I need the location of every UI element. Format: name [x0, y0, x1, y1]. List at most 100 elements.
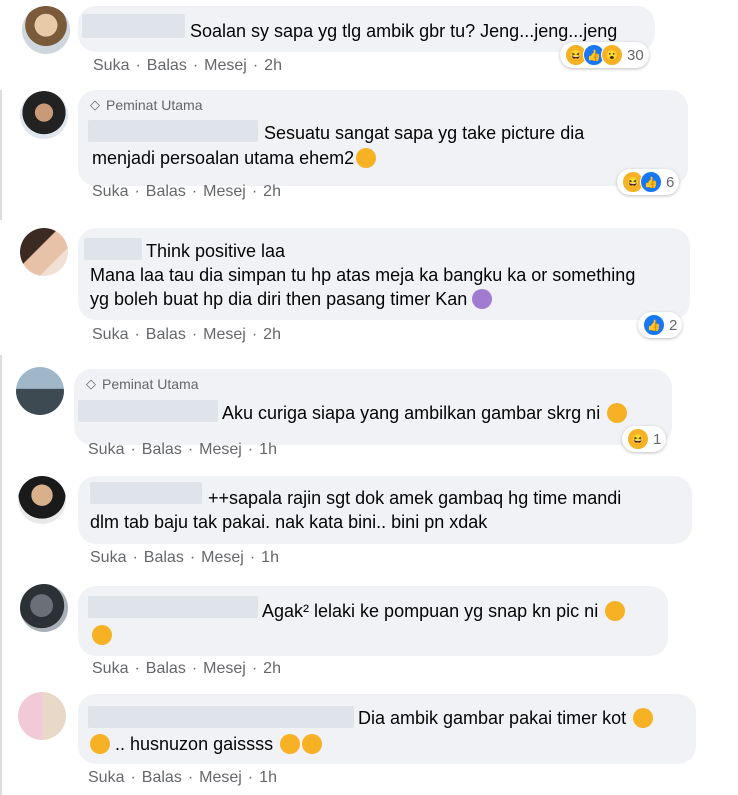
- separator-dot: ·: [130, 441, 136, 458]
- separator-dot: ·: [247, 441, 254, 458]
- comment-text: Aku curiga siapa yang ambilkan gambar sk…: [222, 403, 601, 423]
- laughing-emoji-icon: [356, 148, 377, 168]
- fan-badge-label: Peminat Utama: [102, 376, 199, 392]
- avatar[interactable]: [20, 584, 68, 632]
- separator-dot: ·: [135, 57, 141, 74]
- comment-actions: Suka · Balas · Mesej · 2h: [92, 183, 281, 201]
- avatar[interactable]: [22, 6, 70, 54]
- reaction-summary[interactable]: 👍 2: [638, 312, 683, 338]
- reaction-summary[interactable]: 😆 👍 6: [617, 169, 680, 195]
- commenter-name[interactable]: [88, 596, 258, 618]
- reply-link[interactable]: Balas: [144, 549, 184, 566]
- timestamp[interactable]: 2h: [263, 183, 281, 200]
- like-link[interactable]: Suka: [92, 326, 128, 343]
- fan-badge: ◇ Peminat Utama: [90, 97, 202, 113]
- comment: Think positive laa Mana laa tau dia simp…: [0, 220, 738, 355]
- diamond-icon: ◇: [86, 376, 96, 391]
- reaction-count: 30: [627, 46, 644, 64]
- like-link[interactable]: Suka: [93, 57, 129, 74]
- separator-dot: ·: [251, 183, 258, 200]
- like-link[interactable]: Suka: [92, 183, 128, 200]
- separator-dot: ·: [251, 326, 258, 343]
- reply-link[interactable]: Balas: [146, 326, 186, 343]
- message-link[interactable]: Mesej: [203, 326, 246, 343]
- comment-text-line2: [92, 623, 112, 647]
- avatar[interactable]: [18, 692, 66, 740]
- comment: ◇ Peminat Utama Aku curiga siapa yang amb…: [0, 355, 738, 468]
- like-link[interactable]: Suka: [90, 549, 126, 566]
- separator-dot: ·: [132, 549, 138, 566]
- reply-link[interactable]: Balas: [142, 769, 182, 786]
- timestamp[interactable]: 2h: [263, 660, 281, 677]
- commenter-name[interactable]: [90, 482, 202, 504]
- comment-text-line3: yg boleh buat hp dia diri then pasang ti…: [90, 287, 493, 311]
- reaction-summary[interactable]: 😆 1: [622, 426, 667, 452]
- diamond-icon: ◇: [90, 97, 100, 112]
- comment-actions: Suka · Balas · Mesej · 1h: [88, 441, 277, 459]
- separator-dot: ·: [130, 769, 136, 786]
- separator-dot: ·: [191, 183, 198, 200]
- comment-actions: Suka · Balas · Mesej · 2h: [92, 326, 281, 344]
- message-link[interactable]: Mesej: [199, 769, 242, 786]
- commenter-name[interactable]: [78, 400, 218, 422]
- comment-text: Think positive laa: [146, 241, 286, 261]
- fan-badge: ◇ Peminat Utama: [86, 376, 198, 392]
- timestamp[interactable]: 1h: [261, 549, 279, 566]
- timestamp[interactable]: 1h: [259, 769, 277, 786]
- comment-text: menjadi persoalan utama ehem2: [92, 148, 355, 168]
- avatar[interactable]: [20, 228, 68, 276]
- rolling-laughing-emoji-icon: [633, 708, 654, 728]
- comment-text-line: Aku curiga siapa yang ambilkan gambar sk…: [222, 401, 628, 425]
- commenter-name[interactable]: [88, 120, 258, 142]
- separator-dot: ·: [249, 549, 256, 566]
- reaction-count: 6: [666, 173, 675, 191]
- separator-dot: ·: [134, 660, 140, 677]
- separator-dot: ·: [187, 441, 194, 458]
- woman-shrugging-emoji-icon: [472, 289, 493, 309]
- separator-dot: ·: [189, 549, 196, 566]
- separator-dot: ·: [247, 769, 254, 786]
- comment-text: dlm tab baju tak pakai. nak kata bini.. …: [90, 512, 488, 532]
- reply-link[interactable]: Balas: [146, 660, 186, 677]
- timestamp[interactable]: 2h: [264, 57, 282, 74]
- comment: Agak² lelaki ke pompuan yg snap kn pic n…: [0, 578, 738, 688]
- message-link[interactable]: Mesej: [203, 660, 246, 677]
- avatar[interactable]: [20, 91, 68, 139]
- comment-actions: Suka · Balas · Mesej · 1h: [90, 549, 279, 567]
- like-link[interactable]: Suka: [88, 441, 124, 458]
- timestamp[interactable]: 2h: [263, 326, 281, 343]
- like-link[interactable]: Suka: [88, 769, 124, 786]
- sunglasses-emoji-icon: [605, 601, 626, 621]
- timestamp[interactable]: 1h: [259, 441, 277, 458]
- comment: ++sapala rajin sgt dok amek gambaq hg ti…: [0, 468, 738, 578]
- commenter-name[interactable]: [88, 706, 354, 728]
- wow-icon: 😮: [601, 44, 623, 66]
- like-icon: 👍: [640, 171, 662, 193]
- message-link[interactable]: Mesej: [204, 57, 247, 74]
- haha-icon: 😆: [627, 428, 649, 450]
- reply-link[interactable]: Balas: [146, 183, 186, 200]
- reply-link[interactable]: Balas: [142, 441, 182, 458]
- comment-text: .. husnuzon gaissss: [115, 734, 274, 754]
- reaction-summary[interactable]: 😆 👍 😮 30: [560, 42, 649, 68]
- commenter-name[interactable]: [84, 238, 142, 260]
- reply-link[interactable]: Balas: [147, 57, 187, 74]
- reaction-count: 2: [669, 316, 678, 334]
- separator-dot: ·: [134, 326, 140, 343]
- comment-actions: Suka · Balas · Mesej · 2h: [92, 660, 281, 678]
- avatar[interactable]: [18, 476, 66, 524]
- message-link[interactable]: Mesej: [199, 441, 242, 458]
- commenter-name[interactable]: [82, 14, 185, 38]
- message-link[interactable]: Mesej: [201, 549, 244, 566]
- avatar[interactable]: [16, 367, 64, 415]
- comment-text: Mana laa tau dia simpan tu hp atas meja …: [90, 265, 636, 285]
- comment: Soalan sy sapa yg tlg ambik gbr tu? Jeng…: [0, 0, 738, 85]
- message-link[interactable]: Mesej: [203, 183, 246, 200]
- comment: Dia ambik gambar pakai timer kot .. husn…: [0, 688, 738, 794]
- fan-badge-label: Peminat Utama: [106, 97, 203, 113]
- separator-dot: ·: [187, 769, 194, 786]
- like-link[interactable]: Suka: [92, 660, 128, 677]
- comment-text-line: Dia ambik gambar pakai timer kot: [358, 706, 654, 730]
- reaction-count: 1: [653, 430, 662, 448]
- comment-text: Sesuatu sangat sapa yg take picture dia: [264, 123, 585, 143]
